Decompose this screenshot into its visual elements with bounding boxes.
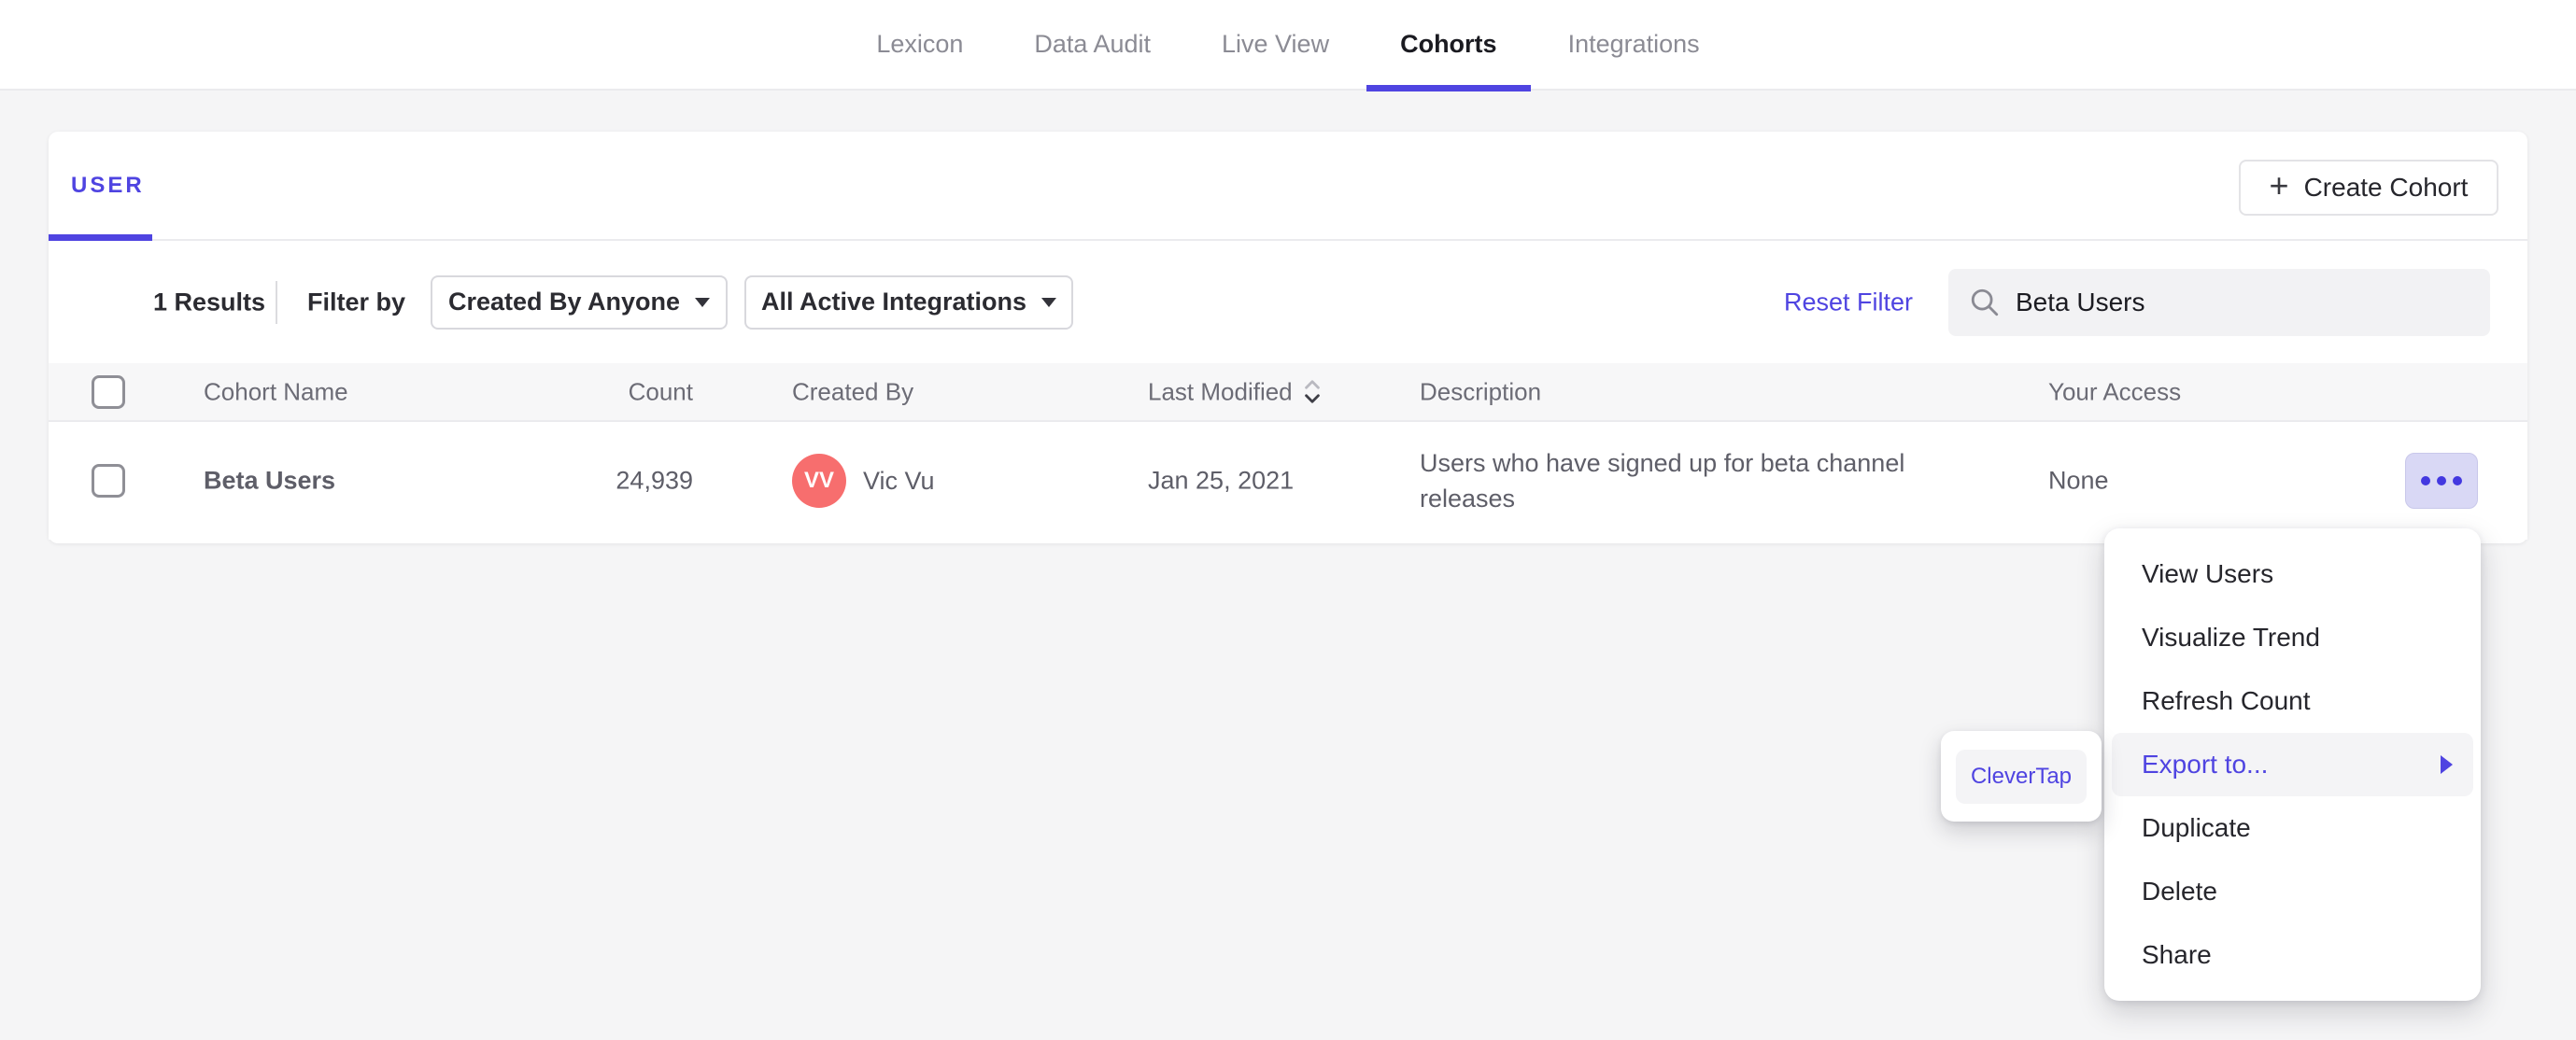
table-header: Cohort Name Count Created By Last Modifi… — [49, 363, 2527, 422]
nav-tab-integrations[interactable]: Integrations — [1568, 0, 1700, 90]
cohort-context-menu: View Users Visualize Trend Refresh Count… — [2104, 528, 2481, 1001]
menu-item-label: Export to... — [2142, 750, 2269, 779]
cohort-count: 24,939 — [616, 466, 693, 495]
created-by-dropdown-value: Created By Anyone — [447, 288, 681, 316]
more-options-icon — [2437, 476, 2446, 485]
last-modified-value: Jan 25, 2021 — [1148, 466, 1295, 495]
created-by-dropdown[interactable]: Created By Anyone — [431, 274, 728, 330]
tab-user[interactable]: USER — [49, 132, 167, 241]
nav-tab-label: Integrations — [1567, 30, 1700, 58]
nav-tab-data-audit[interactable]: Data Audit — [1034, 0, 1151, 90]
header-description: Description — [1420, 377, 1542, 405]
nav-tab-label: Cohorts — [1400, 30, 1497, 58]
header-your-access: Your Access — [2048, 377, 2182, 405]
row-checkbox[interactable] — [92, 464, 125, 498]
search-input[interactable] — [2016, 287, 2470, 317]
nav-tab-cohorts[interactable]: Cohorts — [1366, 0, 1531, 91]
tab-user-underline — [49, 234, 152, 241]
sort-icon — [1304, 380, 1320, 403]
cohort-name-link[interactable]: Beta Users — [204, 467, 335, 496]
active-tab-underline — [1366, 85, 1531, 91]
menu-item-view-users[interactable]: View Users — [2112, 542, 2473, 606]
create-cohort-label: Create Cohort — [2303, 173, 2469, 202]
nav-tab-label: Data Audit — [1034, 30, 1151, 58]
reset-filter-link[interactable]: Reset Filter — [1784, 288, 1913, 316]
chevron-down-icon — [695, 297, 711, 307]
header-last-modified-sort[interactable]: Last Modified — [1148, 377, 1323, 406]
create-cohort-button[interactable]: + Create Cohort — [2239, 160, 2498, 216]
integrations-dropdown[interactable]: All Active Integrations — [744, 274, 1073, 330]
filter-bar: 1 Results Filter by Created By Anyone Al… — [49, 241, 2527, 363]
menu-item-label: View Users — [2142, 559, 2274, 588]
menu-item-label: Refresh Count — [2142, 686, 2311, 715]
results-count: 1 Results — [153, 288, 266, 316]
panel-tabs-row: USER + Create Cohort — [49, 132, 2527, 241]
avatar: VV — [792, 454, 846, 508]
creator-cell: VV Vic Vu — [792, 454, 935, 508]
search-box — [1948, 268, 2490, 336]
cohort-description: Users who have signed up for beta channe… — [1420, 449, 1905, 513]
header-cohort-name: Cohort Name — [204, 377, 348, 405]
more-options-icon — [2453, 476, 2462, 485]
filter-by-label: Filter by — [307, 288, 406, 316]
plus-icon: + — [2269, 166, 2289, 204]
menu-item-refresh-count[interactable]: Refresh Count — [2112, 669, 2473, 733]
export-submenu: CleverTap — [1941, 731, 2102, 822]
header-created-by: Created By — [792, 377, 914, 405]
nav-tab-live-view[interactable]: Live View — [1222, 0, 1329, 90]
menu-item-label: Visualize Trend — [2142, 623, 2320, 652]
tab-user-label: USER — [71, 172, 145, 198]
menu-item-duplicate[interactable]: Duplicate — [2112, 796, 2473, 860]
creator-name: Vic Vu — [863, 466, 935, 495]
submenu-arrow-icon — [2441, 755, 2453, 774]
menu-item-label: Duplicate — [2142, 813, 2251, 842]
menu-item-label: Share — [2142, 940, 2212, 969]
more-options-icon — [2421, 476, 2430, 485]
table-row: Beta Users 24,939 VV Vic Vu Jan 25, 2021… — [49, 422, 2527, 540]
menu-item-label: Delete — [2142, 877, 2217, 906]
nav-tab-lexicon[interactable]: Lexicon — [876, 0, 963, 90]
nav-tab-label: Live View — [1222, 30, 1330, 58]
access-value: None — [2048, 466, 2109, 495]
more-options-button[interactable] — [2405, 453, 2478, 509]
menu-item-share[interactable]: Share — [2112, 923, 2473, 987]
menu-item-export-to[interactable]: Export to... — [2112, 733, 2473, 796]
divider — [276, 280, 277, 324]
menu-item-visualize-trend[interactable]: Visualize Trend — [2112, 606, 2473, 669]
header-count: Count — [628, 377, 693, 405]
menu-item-delete[interactable]: Delete — [2112, 860, 2473, 923]
cohorts-panel: USER + Create Cohort 1 Results Filter by… — [49, 132, 2527, 543]
top-navigation: Lexicon Data Audit Live View Cohorts Int… — [0, 0, 2576, 91]
select-all-checkbox[interactable] — [92, 374, 125, 409]
search-icon — [1971, 288, 1999, 316]
nav-tab-label: Lexicon — [876, 30, 964, 58]
chevron-down-icon — [1041, 297, 1057, 307]
integrations-dropdown-value: All Active Integrations — [760, 288, 1027, 316]
submenu-item-label: CleverTap — [1970, 763, 2073, 789]
submenu-item-clevertap[interactable]: CleverTap — [1956, 749, 2087, 804]
header-last-modified: Last Modified — [1148, 377, 1293, 405]
